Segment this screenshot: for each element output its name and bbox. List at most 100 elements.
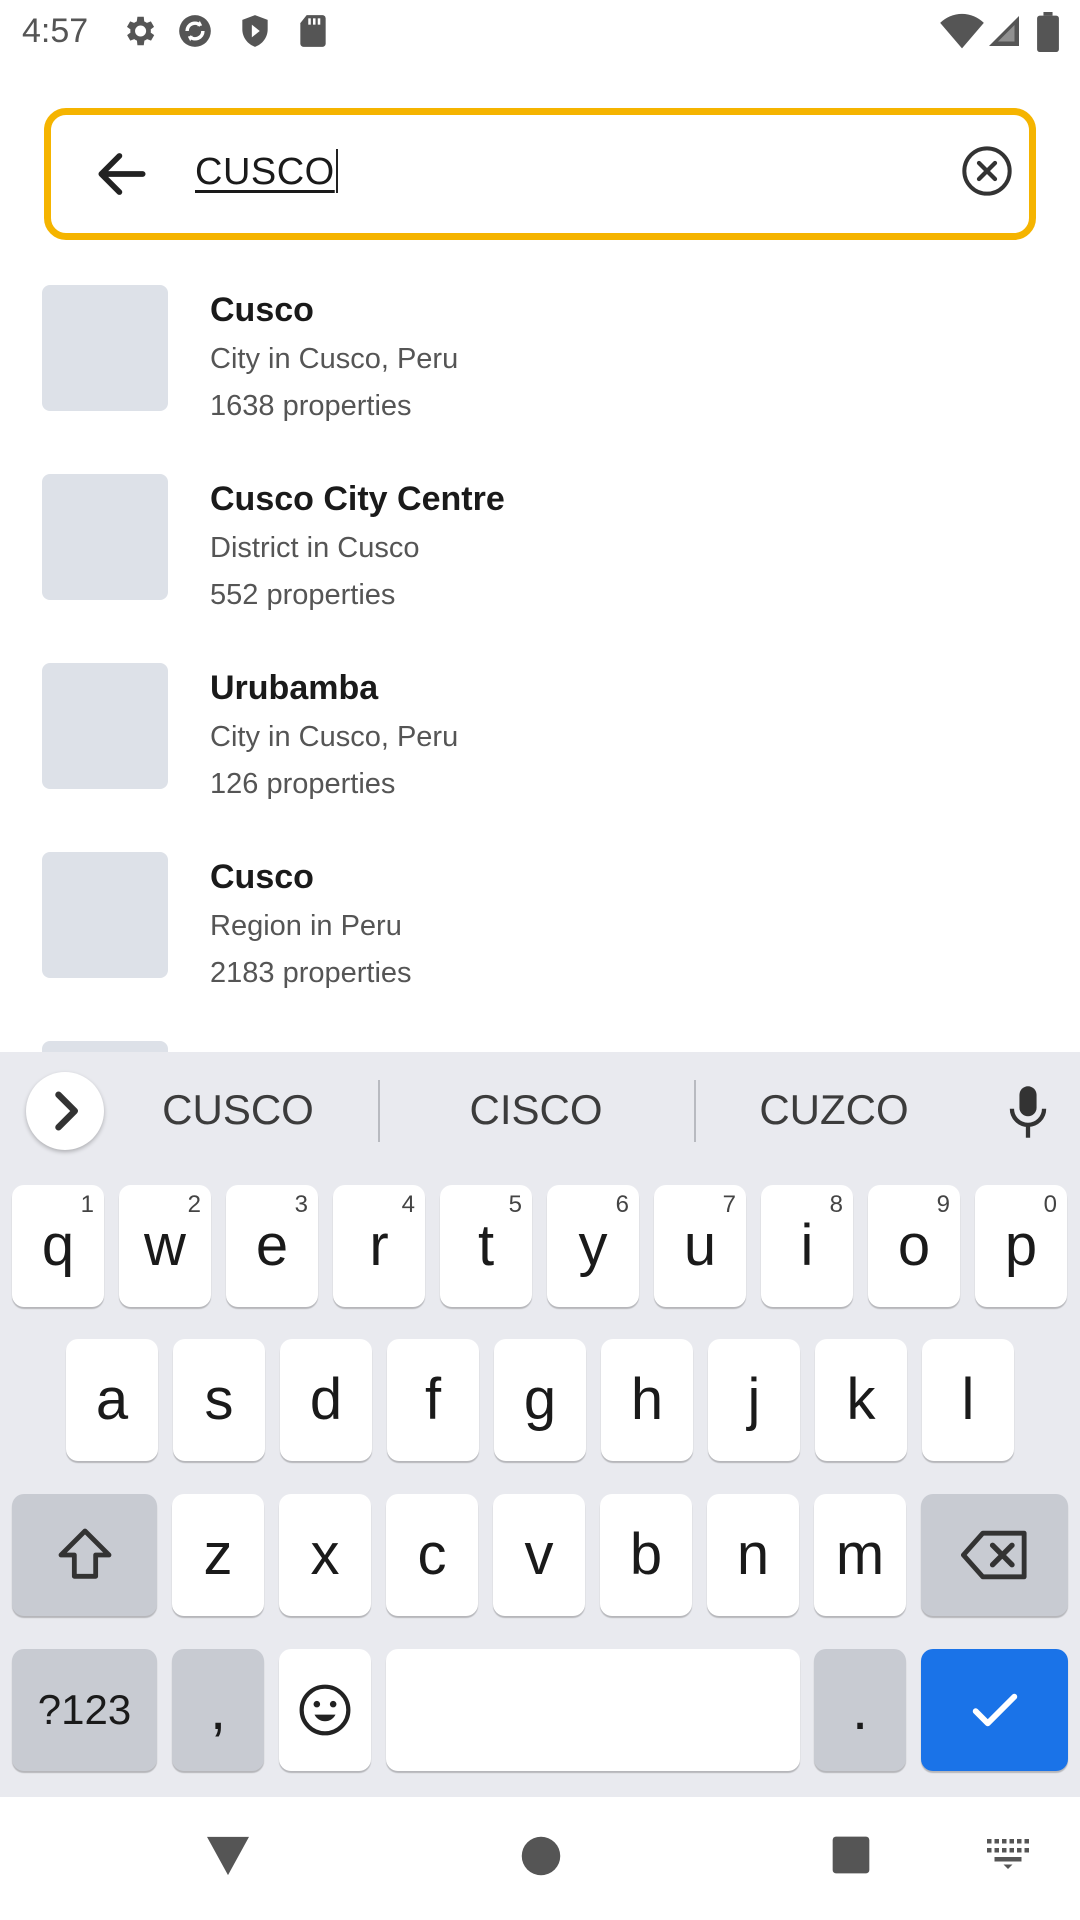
key-j[interactable]: j (708, 1339, 800, 1461)
back-triangle-icon[interactable] (205, 1835, 251, 1877)
key-f[interactable]: f (387, 1339, 479, 1461)
checkmark-icon (972, 1693, 1017, 1727)
key-number-hint: 4 (401, 1191, 415, 1218)
key-i[interactable]: 8i (761, 1185, 853, 1307)
suggestion-1[interactable]: CUSCO (130, 1086, 346, 1134)
soft-keyboard: CUSCO CISCO CUZCO 1q2w3e4r5t6y7u8i9o0p a… (0, 1052, 1080, 1797)
result-count: 552 properties (210, 579, 396, 611)
emoji-key[interactable] (279, 1649, 371, 1771)
comma-key[interactable]: , (172, 1649, 264, 1771)
result-thumbnail (42, 663, 168, 789)
key-u[interactable]: 7u (654, 1185, 746, 1307)
app-screen: 4:57 CUSCO Cusco City in Cusco, Peru 163… (0, 0, 1080, 1920)
key-q[interactable]: 1q (12, 1185, 104, 1307)
key-number-hint: 7 (722, 1191, 736, 1218)
key-t[interactable]: 5t (440, 1185, 532, 1307)
navigation-bar (0, 1797, 1080, 1920)
key-k[interactable]: k (815, 1339, 907, 1461)
key-s[interactable]: s (173, 1339, 265, 1461)
key-d[interactable]: d (280, 1339, 372, 1461)
result-subtitle: District in Cusco (210, 532, 420, 564)
key-label: x (310, 1522, 340, 1587)
key-number-hint: 8 (829, 1191, 843, 1218)
cell-signal-icon (989, 16, 1019, 46)
key-h[interactable]: h (601, 1339, 693, 1461)
result-subtitle: Region in Peru (210, 910, 402, 942)
key-number-hint: 5 (508, 1191, 522, 1218)
microphone-icon[interactable] (1002, 1082, 1054, 1142)
clear-circle-x-icon[interactable] (955, 139, 1019, 203)
key-label: k (846, 1367, 876, 1432)
result-thumbnail (42, 852, 168, 978)
suggestion-2[interactable]: CISCO (428, 1086, 644, 1134)
key-a[interactable]: a (66, 1339, 158, 1461)
home-circle-icon[interactable] (520, 1835, 562, 1877)
key-p[interactable]: 0p (975, 1185, 1067, 1307)
period-key-label: . (851, 1677, 869, 1742)
sync-icon (179, 15, 211, 47)
key-b[interactable]: b (600, 1494, 692, 1616)
arrow-left-icon[interactable] (91, 143, 153, 205)
shield-icon (242, 15, 268, 47)
smiley-face-icon (299, 1684, 351, 1736)
key-label: a (95, 1367, 129, 1432)
key-label: j (747, 1367, 761, 1432)
search-input-value: CUSCO (195, 151, 335, 193)
done-key[interactable] (921, 1649, 1068, 1771)
result-title: Urubamba (210, 669, 379, 707)
key-label: v (524, 1522, 554, 1587)
key-label: c (417, 1522, 447, 1587)
key-w[interactable]: 2w (119, 1185, 211, 1307)
chevron-right-icon (55, 1091, 78, 1131)
result-item-partial[interactable] (0, 1041, 1080, 1052)
result-count: 2183 properties (210, 957, 412, 989)
key-c[interactable]: c (386, 1494, 478, 1616)
search-box[interactable]: CUSCO (44, 108, 1036, 240)
comma-key-label: , (209, 1677, 227, 1742)
result-subtitle: City in Cusco, Peru (210, 721, 459, 753)
result-thumbnail (42, 1041, 168, 1052)
key-o[interactable]: 9o (868, 1185, 960, 1307)
suggestion-3[interactable]: CUZCO (726, 1086, 942, 1134)
key-label: b (629, 1522, 663, 1587)
sd-card-icon (300, 15, 326, 47)
spacebar-key[interactable] (386, 1649, 800, 1771)
backspace-icon (960, 1530, 1027, 1580)
symbols-key[interactable]: ?123 (12, 1649, 157, 1771)
backspace-key[interactable] (921, 1494, 1068, 1616)
recents-square-icon[interactable] (831, 1835, 871, 1875)
keyboard-switch-icon[interactable] (986, 1839, 1030, 1869)
period-key[interactable]: . (814, 1649, 906, 1771)
key-v[interactable]: v (493, 1494, 585, 1616)
key-e[interactable]: 3e (226, 1185, 318, 1307)
result-thumbnail (42, 285, 168, 411)
key-x[interactable]: x (279, 1494, 371, 1616)
shift-key[interactable] (12, 1494, 157, 1616)
settings-gear-icon (126, 16, 155, 46)
key-n[interactable]: n (707, 1494, 799, 1616)
key-number-hint: 0 (1043, 1191, 1057, 1218)
suggestion-expand-button[interactable] (26, 1072, 104, 1150)
key-label: m (835, 1522, 885, 1587)
key-number-hint: 3 (294, 1191, 308, 1218)
result-count: 126 properties (210, 768, 396, 800)
key-label: f (424, 1367, 442, 1432)
result-item[interactable]: Urubamba City in Cusco, Peru 126 propert… (0, 663, 1080, 853)
key-z[interactable]: z (172, 1494, 264, 1616)
key-label: s (204, 1367, 234, 1432)
key-l[interactable]: l (922, 1339, 1014, 1461)
key-y[interactable]: 6y (547, 1185, 639, 1307)
result-thumbnail (42, 474, 168, 600)
key-label: l (961, 1367, 975, 1432)
symbols-key-label: ?123 (37, 1686, 132, 1733)
result-item[interactable]: Cusco City in Cusco, Peru 1638 propertie… (0, 285, 1080, 475)
key-r[interactable]: 4r (333, 1185, 425, 1307)
result-item[interactable]: Cusco City Centre District in Cusco 552 … (0, 474, 1080, 664)
search-input[interactable]: CUSCO (195, 148, 338, 196)
key-m[interactable]: m (814, 1494, 906, 1616)
result-item[interactable]: Cusco Region in Peru 2183 properties (0, 852, 1080, 1042)
key-g[interactable]: g (494, 1339, 586, 1461)
result-title: Cusco (210, 291, 314, 329)
result-count: 1638 properties (210, 390, 412, 422)
status-bar: 4:57 (0, 0, 1080, 64)
